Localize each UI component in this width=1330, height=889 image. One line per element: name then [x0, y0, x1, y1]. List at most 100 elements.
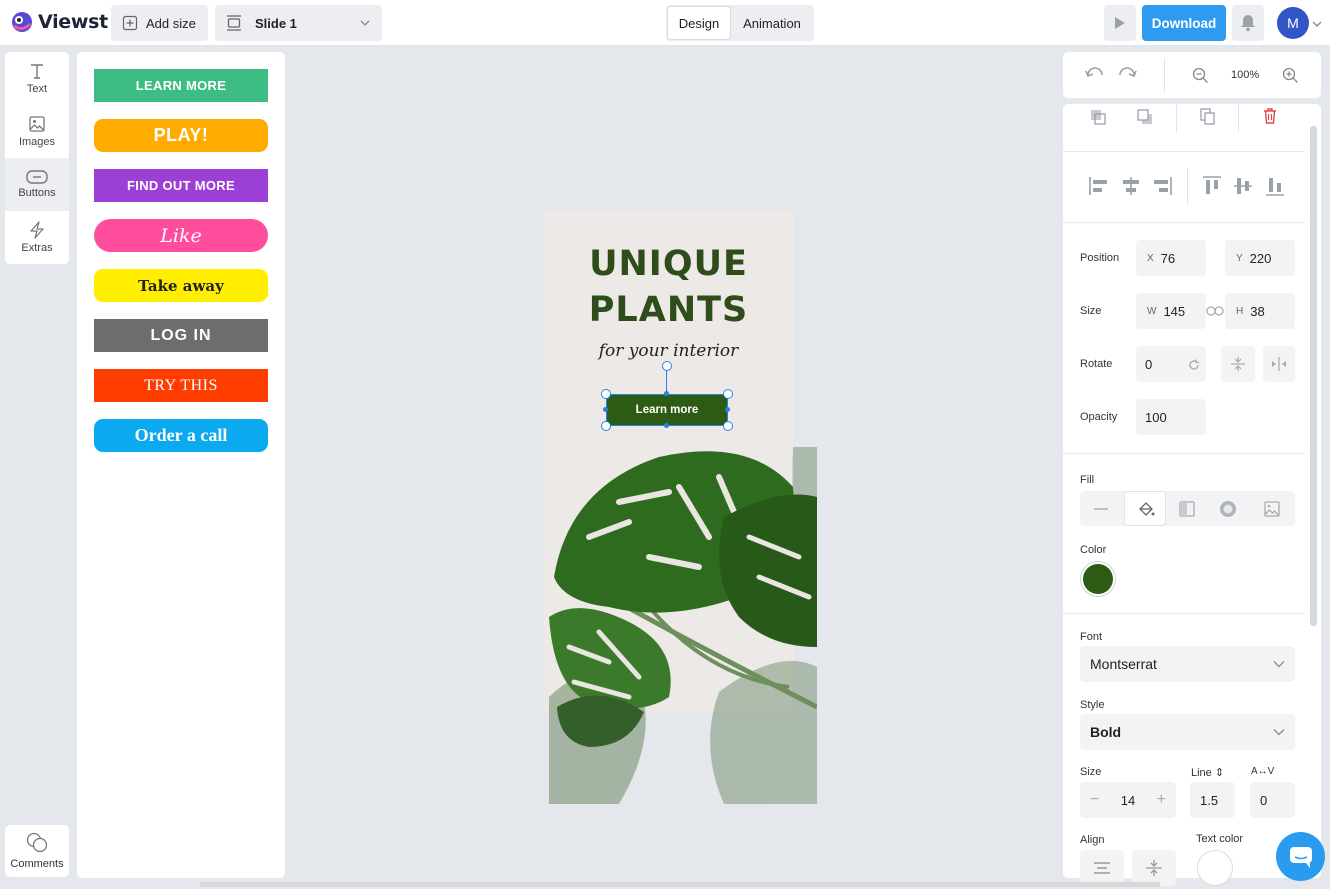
slide-icon: [227, 15, 241, 31]
fill-color-swatch[interactable]: [1080, 561, 1116, 597]
x-prefix: X: [1147, 252, 1154, 264]
resize-handle-bottom-left[interactable]: [601, 421, 611, 431]
send-backward-icon[interactable]: [1089, 108, 1107, 126]
mode-tabs: Design Animation: [666, 5, 814, 41]
decrease-size-button[interactable]: −: [1090, 791, 1099, 809]
slide-subtitle[interactable]: for your interior: [543, 341, 794, 361]
app-name: Viewst: [38, 11, 108, 33]
fill-color-dot: [1083, 564, 1113, 594]
preset-log-in[interactable]: LOG IN: [94, 319, 268, 352]
preset-order-a-call[interactable]: Order a call: [94, 419, 268, 452]
tab-design[interactable]: Design: [668, 7, 730, 39]
line-height-input[interactable]: 1.5: [1190, 782, 1235, 818]
history-zoom-panel: 100%: [1063, 52, 1321, 98]
no-fill-icon[interactable]: [1094, 508, 1108, 510]
zoom-level[interactable]: 100%: [1231, 69, 1259, 81]
resize-handle-top-left[interactable]: [601, 389, 611, 399]
resize-handle-right[interactable]: [725, 407, 730, 412]
letter-spacing-input[interactable]: 0: [1250, 782, 1295, 818]
slide-title[interactable]: UNIQUE PLANTS: [543, 241, 794, 333]
preset-like[interactable]: Like: [94, 219, 268, 252]
chameleon-logo-icon: [12, 12, 32, 32]
duplicate-icon[interactable]: [1200, 108, 1216, 126]
linear-gradient-icon[interactable]: [1179, 501, 1195, 517]
align-top-icon[interactable]: [1203, 176, 1221, 196]
font-style-select[interactable]: Bold: [1080, 714, 1295, 750]
align-middle-icon[interactable]: [1234, 176, 1252, 196]
tab-animation[interactable]: Animation: [732, 7, 812, 39]
chevron-down-icon: [1273, 729, 1285, 736]
resize-handle-top-right[interactable]: [723, 389, 733, 399]
increase-size-button[interactable]: +: [1157, 791, 1166, 809]
link-ratio-icon[interactable]: [1206, 305, 1224, 317]
title-line-2: PLANTS: [588, 290, 749, 330]
align-center-horizontal-icon[interactable]: [1121, 177, 1141, 195]
delete-icon[interactable]: [1263, 108, 1277, 124]
preview-play-button[interactable]: [1104, 5, 1136, 41]
flip-horizontal-button[interactable]: [1263, 346, 1295, 382]
chat-support-button[interactable]: [1276, 832, 1325, 881]
vertical-align-middle-button[interactable]: [1132, 850, 1176, 886]
user-avatar[interactable]: M: [1277, 7, 1309, 39]
x-input[interactable]: X 76: [1136, 240, 1206, 276]
preset-play[interactable]: PLAY!: [94, 119, 268, 152]
position-label: Position: [1080, 252, 1120, 264]
text-size-label: Size: [1080, 766, 1102, 778]
width-input[interactable]: W 145: [1136, 293, 1206, 329]
tool-buttons[interactable]: Buttons: [5, 158, 69, 211]
comments-button[interactable]: Comments: [5, 825, 69, 877]
properties-scrollbar[interactable]: [1310, 126, 1317, 626]
add-size-button[interactable]: Add size: [111, 5, 208, 41]
bell-icon: [1241, 15, 1255, 32]
canvas-horizontal-scrollbar[interactable]: [200, 882, 1160, 887]
resize-handle-left[interactable]: [603, 407, 608, 412]
solid-fill-option[interactable]: [1125, 492, 1165, 525]
resize-handle-bottom-right[interactable]: [723, 421, 733, 431]
resize-handle-top[interactable]: [664, 391, 669, 396]
rotate-icon[interactable]: [1188, 359, 1200, 371]
align-bottom-icon[interactable]: [1266, 176, 1284, 196]
flip-horizontal-icon: [1272, 357, 1286, 371]
slide-dropdown[interactable]: Slide 1: [215, 5, 382, 41]
notifications-button[interactable]: [1232, 5, 1264, 41]
comments-icon: [26, 832, 48, 853]
zoom-in-icon[interactable]: [1282, 67, 1299, 84]
rotation-handle[interactable]: [662, 361, 672, 371]
radial-gradient-icon[interactable]: [1219, 500, 1237, 518]
rotate-label: Rotate: [1080, 358, 1113, 370]
align-right-icon[interactable]: [1152, 177, 1172, 195]
tool-extras[interactable]: Extras: [5, 211, 69, 264]
font-size-stepper[interactable]: − 14 +: [1080, 782, 1176, 818]
text-align-center-button[interactable]: [1080, 850, 1124, 886]
align-left-icon[interactable]: [1089, 177, 1109, 195]
top-bar: Viewst Add size Slide 1 Design Animation…: [0, 0, 1330, 46]
bring-forward-icon[interactable]: [1136, 108, 1154, 126]
preset-find-out-more[interactable]: FIND OUT MORE: [94, 169, 268, 202]
height-input[interactable]: H 38: [1225, 293, 1295, 329]
monstera-leaf-image[interactable]: [549, 447, 817, 804]
text-color-swatch[interactable]: [1197, 850, 1233, 886]
paint-bucket-icon: [1139, 502, 1155, 516]
undo-icon[interactable]: [1085, 66, 1105, 82]
viewst-logo[interactable]: Viewst: [10, 10, 108, 34]
zoom-out-icon[interactable]: [1192, 67, 1209, 84]
h-prefix: H: [1236, 305, 1244, 317]
preset-learn-more[interactable]: LEARN MORE: [94, 69, 268, 102]
image-fill-icon[interactable]: [1264, 501, 1280, 517]
opacity-input[interactable]: 100: [1136, 399, 1206, 435]
preset-try-this[interactable]: TRY THIS: [94, 369, 268, 402]
tool-text[interactable]: Text: [5, 52, 69, 105]
selected-learn-more-button[interactable]: Learn more: [606, 394, 728, 426]
y-input[interactable]: Y 220: [1225, 240, 1295, 276]
preset-take-away[interactable]: Take away: [94, 269, 268, 302]
left-toolbar: Text Images Buttons Extras: [5, 52, 69, 264]
download-button[interactable]: Download: [1142, 5, 1226, 41]
resize-handle-bottom[interactable]: [664, 423, 669, 428]
redo-icon[interactable]: [1117, 66, 1137, 82]
chevron-down-icon[interactable]: [1312, 19, 1322, 29]
tool-images[interactable]: Images: [5, 105, 69, 158]
h-value: 38: [1250, 303, 1265, 319]
font-family-select[interactable]: Montserrat: [1080, 646, 1295, 682]
flip-vertical-button[interactable]: [1221, 346, 1255, 382]
title-line-1: UNIQUE: [589, 244, 748, 284]
